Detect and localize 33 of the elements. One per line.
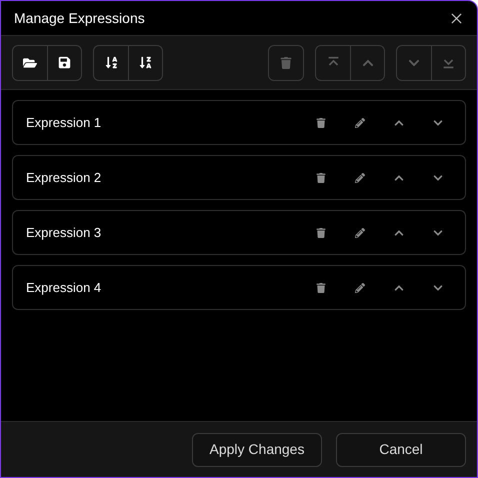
window-title: Manage Expressions: [14, 8, 145, 28]
expression-name: Expression 2: [26, 168, 102, 187]
chevron-down-icon: [432, 172, 442, 182]
save-icon: [58, 56, 71, 69]
trash-icon: [316, 118, 326, 128]
chevron-down-icon: [432, 282, 442, 292]
chevron-up-icon: [394, 118, 404, 128]
trash-icon: [316, 282, 326, 292]
cancel-button[interactable]: Cancel: [336, 432, 466, 466]
sort-descending-icon: [139, 56, 152, 69]
folder-icon: [23, 56, 37, 70]
chevron-down-icon: [432, 118, 442, 128]
expression-name: Expression 4: [26, 278, 102, 297]
sort-ascending-icon: [104, 56, 118, 69]
chevron-up-icon: [394, 228, 404, 238]
trash-icon: [316, 228, 326, 238]
pencil-icon: [354, 118, 364, 128]
expression-item[interactable]: Expression 4: [12, 265, 466, 310]
expression-name: Expression 3: [26, 224, 102, 242]
pencil-icon: [354, 172, 364, 182]
trash-icon: [280, 56, 292, 68]
expression-item[interactable]: Expression 3: [12, 210, 466, 255]
expression-item[interactable]: Expression 2: [12, 155, 466, 200]
trash-icon: [316, 172, 326, 182]
pencil-icon: [354, 228, 364, 238]
close-icon: [450, 12, 462, 24]
pencil-icon: [354, 282, 364, 292]
chevron-up-icon: [394, 282, 404, 292]
expression-item[interactable]: Expression 1: [12, 100, 466, 145]
chevron-up-icon: [394, 172, 404, 182]
chevron-down-icon: [432, 228, 442, 238]
expression-name: Expression 1: [26, 114, 102, 132]
apply-button[interactable]: Apply Changes: [192, 432, 322, 466]
